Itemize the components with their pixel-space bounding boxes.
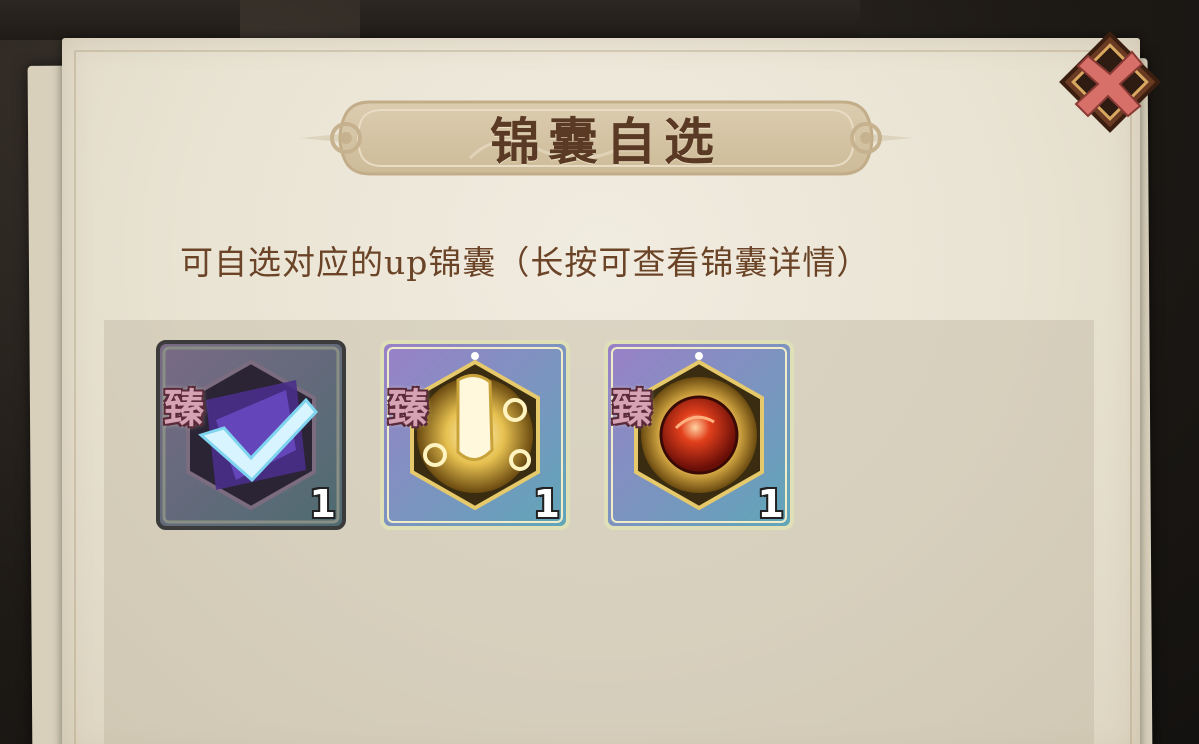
item-count: 1 [533, 482, 560, 526]
instruction-text: 可自选对应的up锦囊（长按可查看锦囊详情） [180, 243, 871, 282]
title-banner: 锦囊自选 [300, 88, 912, 188]
close-button[interactable] [1054, 26, 1166, 138]
game-screen: 锦囊自选 可自选对应的up锦囊（长按可查看锦囊详情） 臻 1 臻 1 臻 1 [0, 0, 1199, 744]
close-x-icon [1059, 31, 1161, 133]
item-rarity-badge: 臻 [612, 385, 652, 432]
background-wall [0, 0, 240, 40]
item-rarity-badge: 臻 [388, 385, 428, 432]
item-card[interactable]: 臻 1 [380, 340, 570, 530]
item-count: 1 [309, 482, 336, 526]
item-count: 1 [757, 482, 784, 526]
item-card[interactable]: 臻 1 [156, 340, 346, 530]
background-wall [360, 0, 860, 40]
item-card[interactable]: 臻 1 [604, 340, 794, 530]
item-rarity-badge: 臻 [164, 385, 204, 432]
dialog-title: 锦囊自选 [490, 112, 722, 171]
